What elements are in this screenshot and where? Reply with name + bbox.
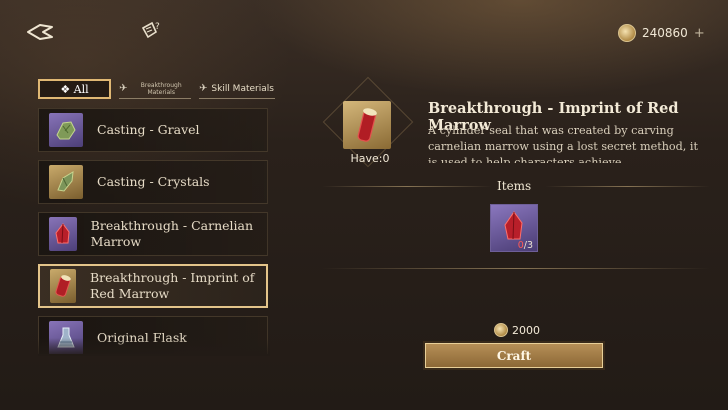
coin-icon: [494, 323, 508, 337]
filter-skill-materials[interactable]: ✈ Skill Materials: [199, 79, 275, 99]
craft-button[interactable]: Craft: [425, 343, 603, 368]
list-item-casting-crystals[interactable]: Casting - Crystals: [38, 160, 268, 204]
gravel-icon: [49, 113, 83, 147]
top-bar: ? 240860 +: [0, 0, 728, 60]
red-marrow-seal-icon: [50, 269, 76, 303]
red-marrow-seal-icon: [343, 101, 391, 149]
add-currency-button[interactable]: +: [694, 26, 705, 41]
list-item-imprint-red-marrow[interactable]: Breakthrough - Imprint of Red Marrow: [38, 264, 268, 308]
required-item-count: 0/3: [518, 240, 533, 251]
list-item-casting-gravel[interactable]: Casting - Gravel: [38, 108, 268, 152]
needed-count: /3: [523, 240, 533, 251]
list-item-label: Breakthrough - Carnelian Marrow: [90, 218, 254, 249]
items-section-label: Items: [497, 179, 532, 193]
divider-bottom: [322, 268, 710, 269]
list-item-label: Breakthrough - Imprint of Red Marrow: [90, 270, 255, 301]
list-item-label: Casting - Crystals: [97, 174, 210, 189]
list-fade: [38, 338, 270, 356]
filter-breakthrough-materials[interactable]: ✈ Breakthrough Materials: [119, 79, 191, 99]
back-arrow-icon[interactable]: [26, 22, 54, 42]
coin-icon: [618, 24, 636, 42]
filter-all[interactable]: ❖ All: [38, 79, 111, 99]
required-item-slot[interactable]: 0/3: [490, 204, 538, 252]
currency-display: 240860 +: [618, 22, 705, 44]
skill-filter-icon: ✈: [199, 83, 208, 94]
list-item-label: Casting - Gravel: [97, 122, 200, 137]
filter-skill-label: Skill Materials: [211, 83, 274, 94]
detail-icon-frame: [322, 76, 414, 168]
divider-left: [322, 186, 492, 187]
have-count: Have:0: [350, 152, 390, 165]
detail-description: A cylinder seal that was created by carv…: [428, 124, 698, 163]
filter-all-label: ❖ All: [60, 82, 89, 96]
list-item-carnelian-marrow[interactable]: Breakthrough - Carnelian Marrow: [38, 212, 268, 256]
help-icon[interactable]: ?: [140, 20, 164, 42]
svg-text:?: ?: [155, 22, 160, 32]
carnelian-marrow-icon: [49, 217, 77, 251]
breakthrough-filter-icon: ✈: [119, 83, 128, 94]
category-filters: ❖ All ✈ Breakthrough Materials ✈ Skill M…: [38, 78, 275, 100]
material-list: Casting - Gravel Casting - Crystals Brea…: [38, 108, 270, 354]
craft-cost: 2000: [494, 323, 540, 337]
divider-right: [545, 186, 710, 187]
currency-amount: 240860: [642, 26, 688, 40]
craft-cost-amount: 2000: [512, 323, 540, 337]
crystal-icon: [49, 165, 83, 199]
filter-breakthrough-label: Breakthrough Materials: [140, 81, 182, 96]
